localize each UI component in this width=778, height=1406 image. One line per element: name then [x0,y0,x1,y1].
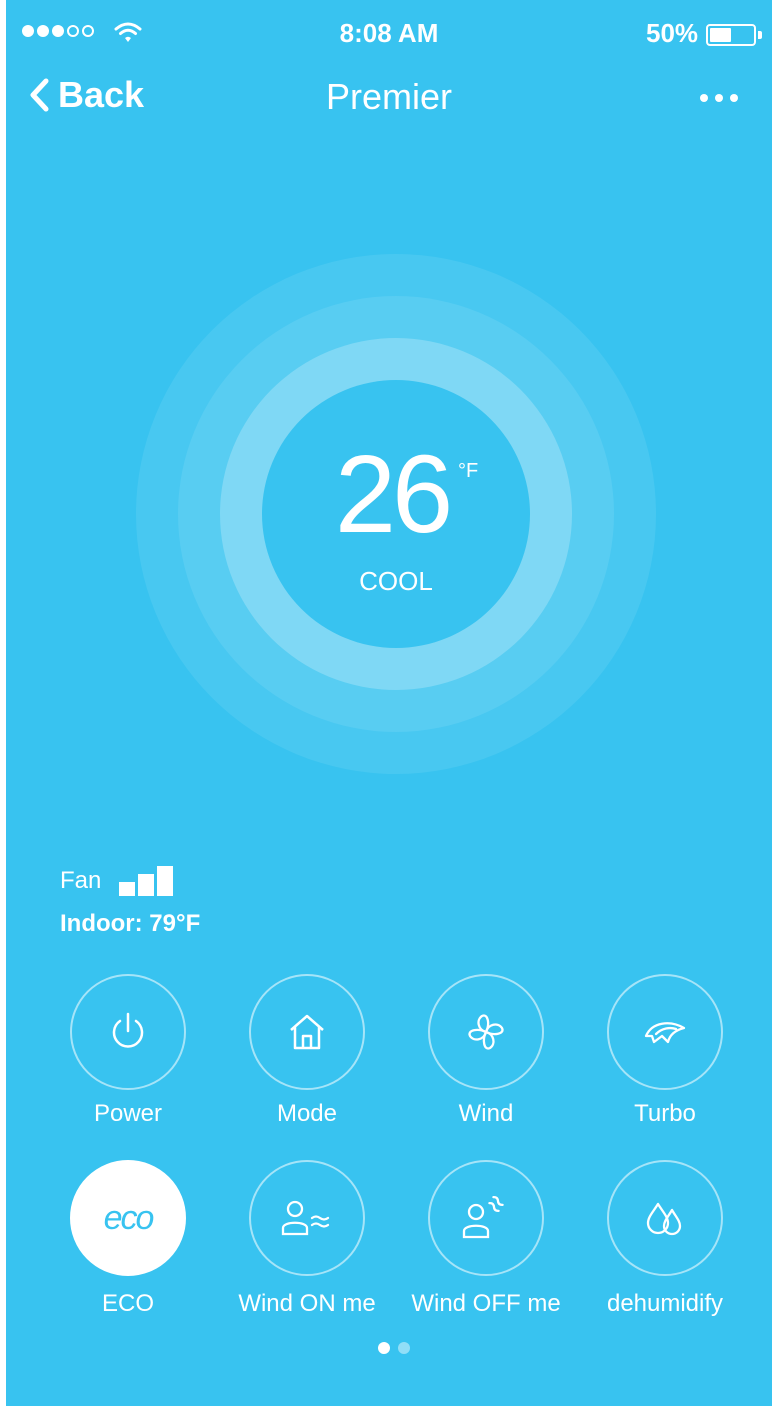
mode-label-button: Mode [276,1100,338,1127]
temperature-value: 26 [334,433,453,556]
eco-button[interactable]: eco [70,1160,186,1276]
wind-on-me-button[interactable] [249,1160,365,1276]
temperature-unit: °F [458,460,479,482]
battery-percent: 50% [646,18,699,48]
dehumidify-button[interactable] [607,1160,723,1276]
fan-status: Fan [60,866,174,896]
page-dot-2[interactable] [398,1342,410,1354]
power-button[interactable] [70,974,186,1090]
wind-label: Wind [458,1100,514,1127]
fan-label: Fan [60,867,102,894]
ac-control-screen: 8:08 AM 50% Back Premier 26 °F COOL Fan … [6,0,772,1406]
fan-icon [468,1014,504,1050]
mode-label: COOL [359,566,433,596]
wind-off-me-button[interactable] [428,1160,544,1276]
turbo-icon [644,1022,686,1044]
power-label: Power [93,1100,163,1127]
dehumidify-label: dehumidify [606,1290,724,1317]
eco-label: ECO [101,1290,154,1317]
wind-off-me-icon [462,1195,504,1239]
wind-on-me-label: Wind ON me [238,1290,376,1317]
page-indicator [378,1342,410,1354]
water-drops-icon [646,1202,682,1236]
eco-icon: eco [103,1198,155,1237]
mode-button[interactable] [249,974,365,1090]
wind-off-me-label: Wind OFF me [411,1290,561,1317]
turbo-button[interactable] [607,974,723,1090]
status-bar: 8:08 AM 50% [6,0,772,64]
indoor-temperature: Indoor: 79°F [60,910,201,937]
page-title: Premier [325,76,453,117]
power-icon [112,1012,144,1048]
page-dot-1[interactable] [378,1342,390,1354]
wind-on-me-icon [281,1200,330,1236]
wind-button[interactable] [428,974,544,1090]
navigation-bar: Back Premier [6,66,772,126]
fan-speed-icon [119,866,174,896]
turbo-label: Turbo [634,1100,696,1127]
more-options-button[interactable] [700,94,738,102]
battery-icon [706,24,756,46]
home-icon [290,1014,324,1050]
